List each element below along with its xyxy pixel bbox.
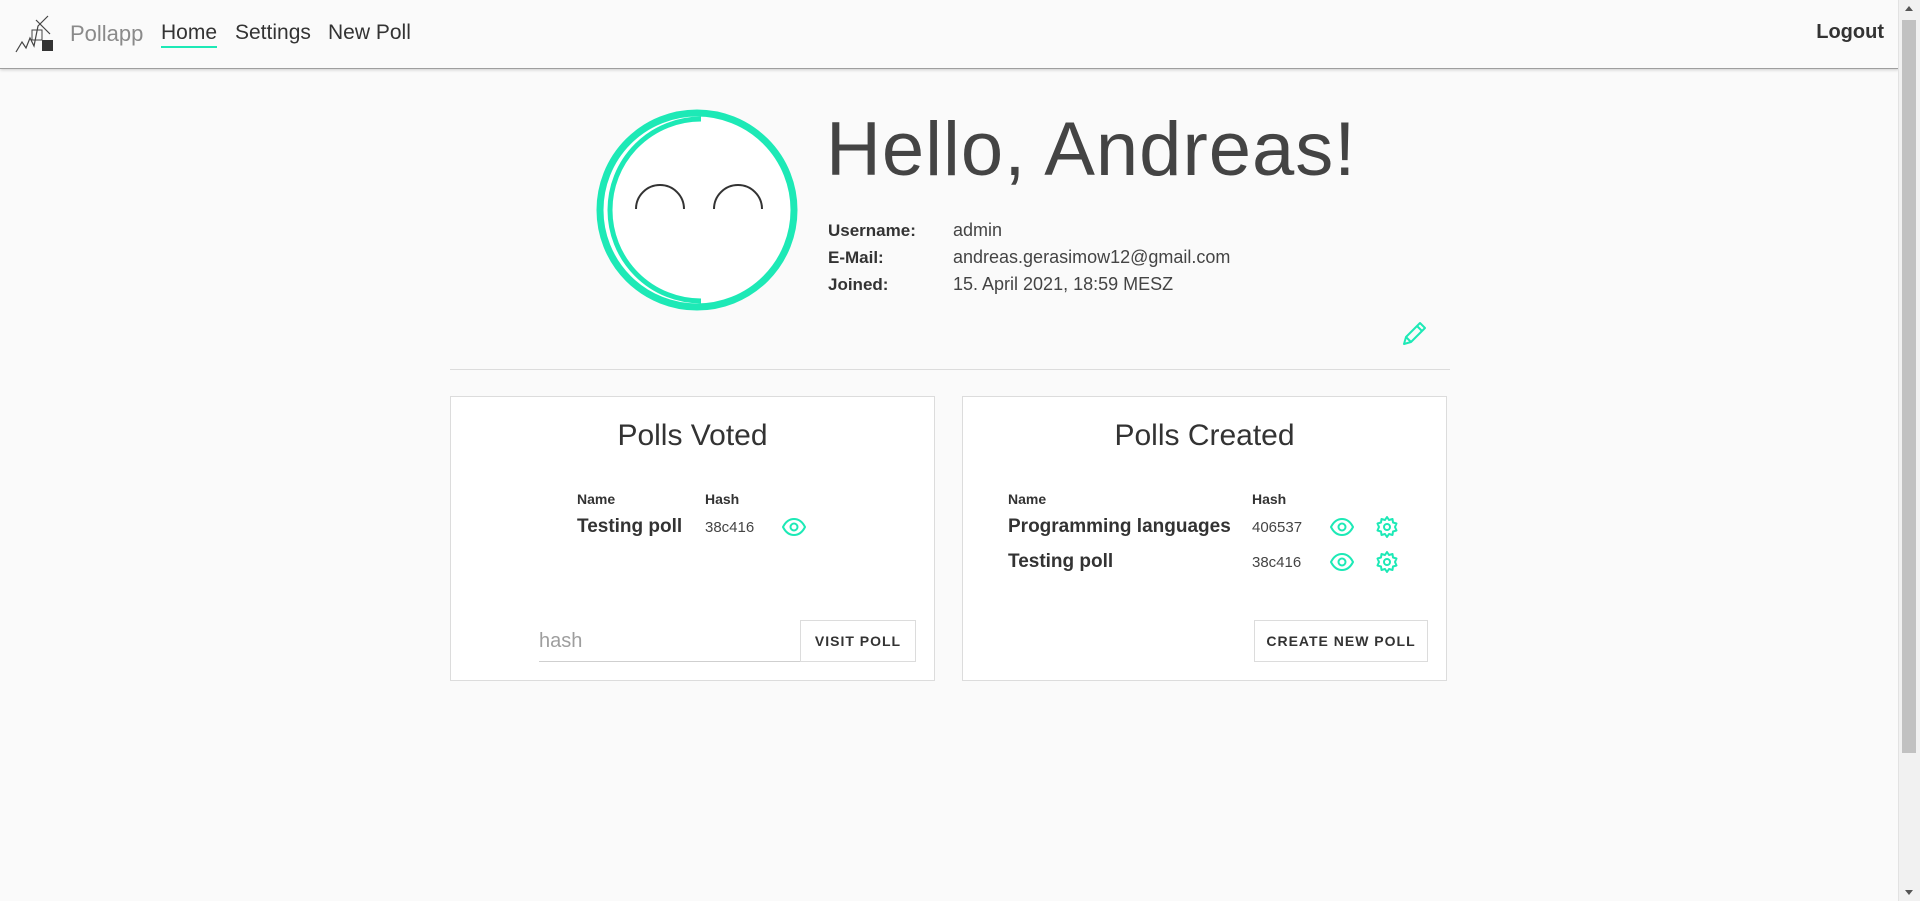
scrollbar-thumb[interactable] — [1902, 20, 1916, 753]
eye-icon[interactable] — [1330, 550, 1354, 574]
hash-column-header: Hash — [705, 491, 740, 507]
greeting-heading: Hello, Andreas! — [826, 107, 1357, 192]
email-label: E-Mail: — [828, 248, 884, 267]
created-poll-name: Programming languages — [1008, 516, 1231, 537]
user-avatar — [596, 109, 798, 311]
created-poll-hash: 406537 — [1252, 519, 1303, 536]
gear-icon[interactable] — [1375, 550, 1399, 574]
eye-icon[interactable] — [782, 515, 806, 539]
nav-home-link[interactable]: Home — [161, 21, 218, 48]
name-column-header: Name — [1008, 491, 1047, 507]
top-navbar: Pollapp Home Settings New Poll Logout — [0, 0, 1899, 69]
email-value: andreas.gerasimow12@gmail.com — [953, 247, 1231, 267]
created-poll-hash: 38c416 — [1252, 554, 1302, 571]
hash-input[interactable] — [539, 622, 801, 662]
polls-voted-card: Polls Voted Name Hash Testing poll 38c41… — [450, 396, 935, 681]
section-divider — [450, 369, 1450, 370]
polls-created-title: Polls Created — [1114, 419, 1295, 452]
voted-poll-hash: 38c416 — [705, 519, 755, 536]
create-new-poll-button[interactable]: CREATE NEW POLL — [1254, 620, 1428, 662]
voted-poll-name: Testing poll — [577, 516, 683, 537]
nav-new-poll-link[interactable]: New Poll — [328, 21, 411, 45]
logout-link[interactable]: Logout — [1816, 21, 1884, 44]
created-poll-name: Testing poll — [1008, 551, 1114, 572]
hash-column-header: Hash — [1252, 491, 1287, 507]
brand-name[interactable]: Pollapp — [70, 21, 143, 47]
visit-poll-button[interactable]: VISIT POLL — [800, 620, 916, 662]
nav-settings-link[interactable]: Settings — [235, 21, 311, 45]
joined-label: Joined: — [828, 275, 889, 294]
polls-created-card: Polls Created Name Hash Programming lang… — [962, 396, 1447, 681]
username-value: admin — [953, 220, 1003, 240]
pencil-icon[interactable] — [1399, 319, 1429, 349]
polls-voted-title: Polls Voted — [617, 419, 768, 452]
gear-icon[interactable] — [1375, 515, 1399, 539]
name-column-header: Name — [577, 491, 616, 507]
scroll-down-arrow-icon[interactable] — [1905, 890, 1913, 895]
joined-value: 15. April 2021, 18:59 MESZ — [953, 274, 1174, 294]
pollapp-logo-icon[interactable] — [14, 14, 56, 54]
scroll-up-arrow-icon[interactable] — [1905, 6, 1913, 11]
eye-icon[interactable] — [1330, 515, 1354, 539]
page-scrollbar[interactable] — [1898, 0, 1920, 901]
username-label: Username: — [828, 221, 916, 240]
